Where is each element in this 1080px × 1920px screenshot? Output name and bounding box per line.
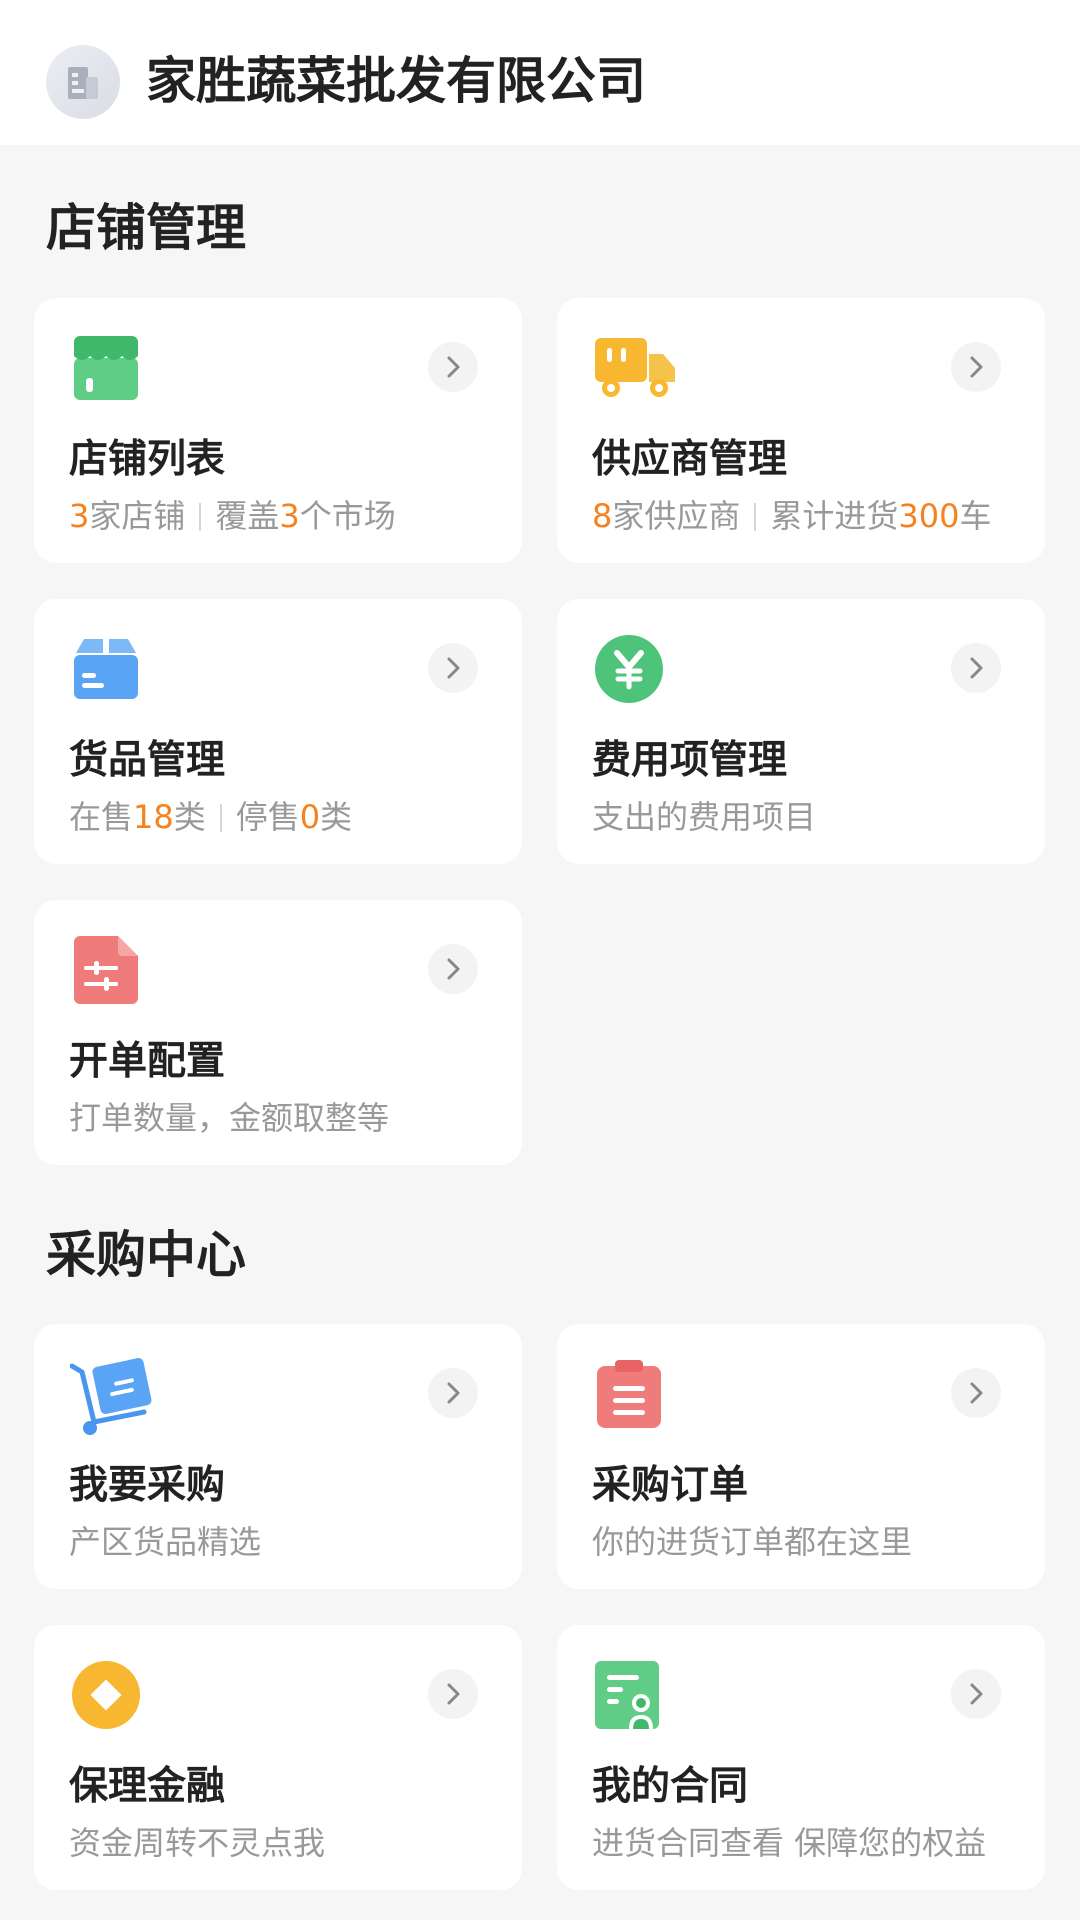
purchase-orders-subtitle: 你的进货订单都在这里 — [592, 1523, 913, 1561]
store-list-stats: 3家店铺 覆盖3个市场 — [69, 491, 396, 541]
off-sale-count: 0 — [299, 798, 321, 836]
purchase-total-prefix: 累计进货 — [770, 497, 899, 535]
billing-config-card[interactable]: 开单配置 打单数量，金额取整等 — [34, 900, 522, 1165]
off-sale-suffix: 类 — [320, 798, 353, 836]
market-count: 3 — [279, 497, 300, 535]
factoring-finance-subtitle: 资金周转不灵点我 — [69, 1824, 326, 1862]
yen-icon — [593, 633, 665, 705]
chevron-right-icon — [428, 1368, 478, 1418]
chevron-right-icon — [428, 643, 478, 693]
purchase-subtitle: 产区货品精选 — [69, 1523, 262, 1561]
store-list-title: 店铺列表 — [69, 437, 226, 482]
on-sale-suffix: 类 — [173, 798, 206, 836]
header-bar: 家胜蔬菜批发有限公司 — [0, 0, 1080, 145]
market-suffix: 个市场 — [299, 497, 396, 535]
company-name: 家胜蔬菜批发有限公司 — [146, 52, 646, 110]
divider — [754, 503, 757, 531]
clipboard-icon — [593, 1358, 665, 1430]
market-prefix: 覆盖 — [215, 497, 280, 535]
supplier-count-suffix: 家供应商 — [612, 497, 741, 535]
expense-items-card[interactable]: 费用项管理 支出的费用项目 — [557, 599, 1045, 864]
billing-config-subtitle: 打单数量，金额取整等 — [69, 1099, 390, 1137]
chevron-right-icon — [428, 944, 478, 994]
on-sale-count: 18 — [133, 798, 174, 836]
truck-icon — [593, 332, 675, 404]
divider — [219, 804, 222, 832]
storefront-icon — [70, 332, 142, 404]
off-sale-prefix: 停售 — [235, 798, 300, 836]
supplier-management-card[interactable]: 供应商管理 8家供应商 累计进货300车 — [557, 298, 1045, 563]
chevron-right-icon — [951, 1669, 1001, 1719]
store-count-suffix: 家店铺 — [89, 497, 186, 535]
supplier-count: 8 — [592, 497, 613, 535]
cart-icon — [69, 1358, 152, 1435]
box-icon — [70, 633, 142, 705]
store-count: 3 — [69, 497, 90, 535]
settings-document-icon — [70, 934, 142, 1006]
expense-items-subtitle: 支出的费用项目 — [592, 798, 817, 836]
purchase-total-count: 300 — [898, 497, 960, 535]
chevron-right-icon — [951, 1368, 1001, 1418]
purchase-card[interactable]: 我要采购 产区货品精选 — [34, 1324, 522, 1589]
supplier-stats: 8家供应商 累计进货300车 — [592, 491, 991, 541]
my-contracts-subtitle: 进货合同查看 保障您的权益 — [592, 1824, 987, 1862]
supplier-management-title: 供应商管理 — [592, 437, 788, 482]
my-contracts-title: 我的合同 — [592, 1764, 749, 1809]
chevron-right-icon — [951, 342, 1001, 392]
chevron-right-icon — [428, 1669, 478, 1719]
section-title-purchase: 采购中心 — [46, 1226, 246, 1284]
store-list-card[interactable]: 店铺列表 3家店铺 覆盖3个市场 — [34, 298, 522, 563]
factoring-finance-title: 保理金融 — [69, 1764, 226, 1809]
chevron-right-icon — [428, 342, 478, 392]
building-icon — [46, 45, 120, 119]
my-contracts-card[interactable]: 我的合同 进货合同查看 保障您的权益 — [557, 1625, 1045, 1890]
chevron-right-icon — [951, 643, 1001, 693]
billing-config-title: 开单配置 — [69, 1039, 226, 1084]
purchase-orders-card[interactable]: 采购订单 你的进货订单都在这里 — [557, 1324, 1045, 1589]
expense-items-title: 费用项管理 — [592, 738, 788, 783]
goods-management-card[interactable]: 货品管理 在售18类 停售0类 — [34, 599, 522, 864]
contract-icon — [593, 1659, 665, 1731]
purchase-orders-title: 采购订单 — [592, 1463, 749, 1508]
goods-management-title: 货品管理 — [69, 738, 226, 783]
goods-stats: 在售18类 停售0类 — [69, 792, 352, 842]
section-title-store: 店铺管理 — [46, 199, 246, 257]
divider — [199, 503, 202, 531]
purchase-title: 我要采购 — [69, 1463, 226, 1508]
diamond-coin-icon — [70, 1659, 142, 1731]
purchase-total-suffix: 车 — [959, 497, 992, 535]
on-sale-prefix: 在售 — [69, 798, 134, 836]
factoring-finance-card[interactable]: 保理金融 资金周转不灵点我 — [34, 1625, 522, 1890]
